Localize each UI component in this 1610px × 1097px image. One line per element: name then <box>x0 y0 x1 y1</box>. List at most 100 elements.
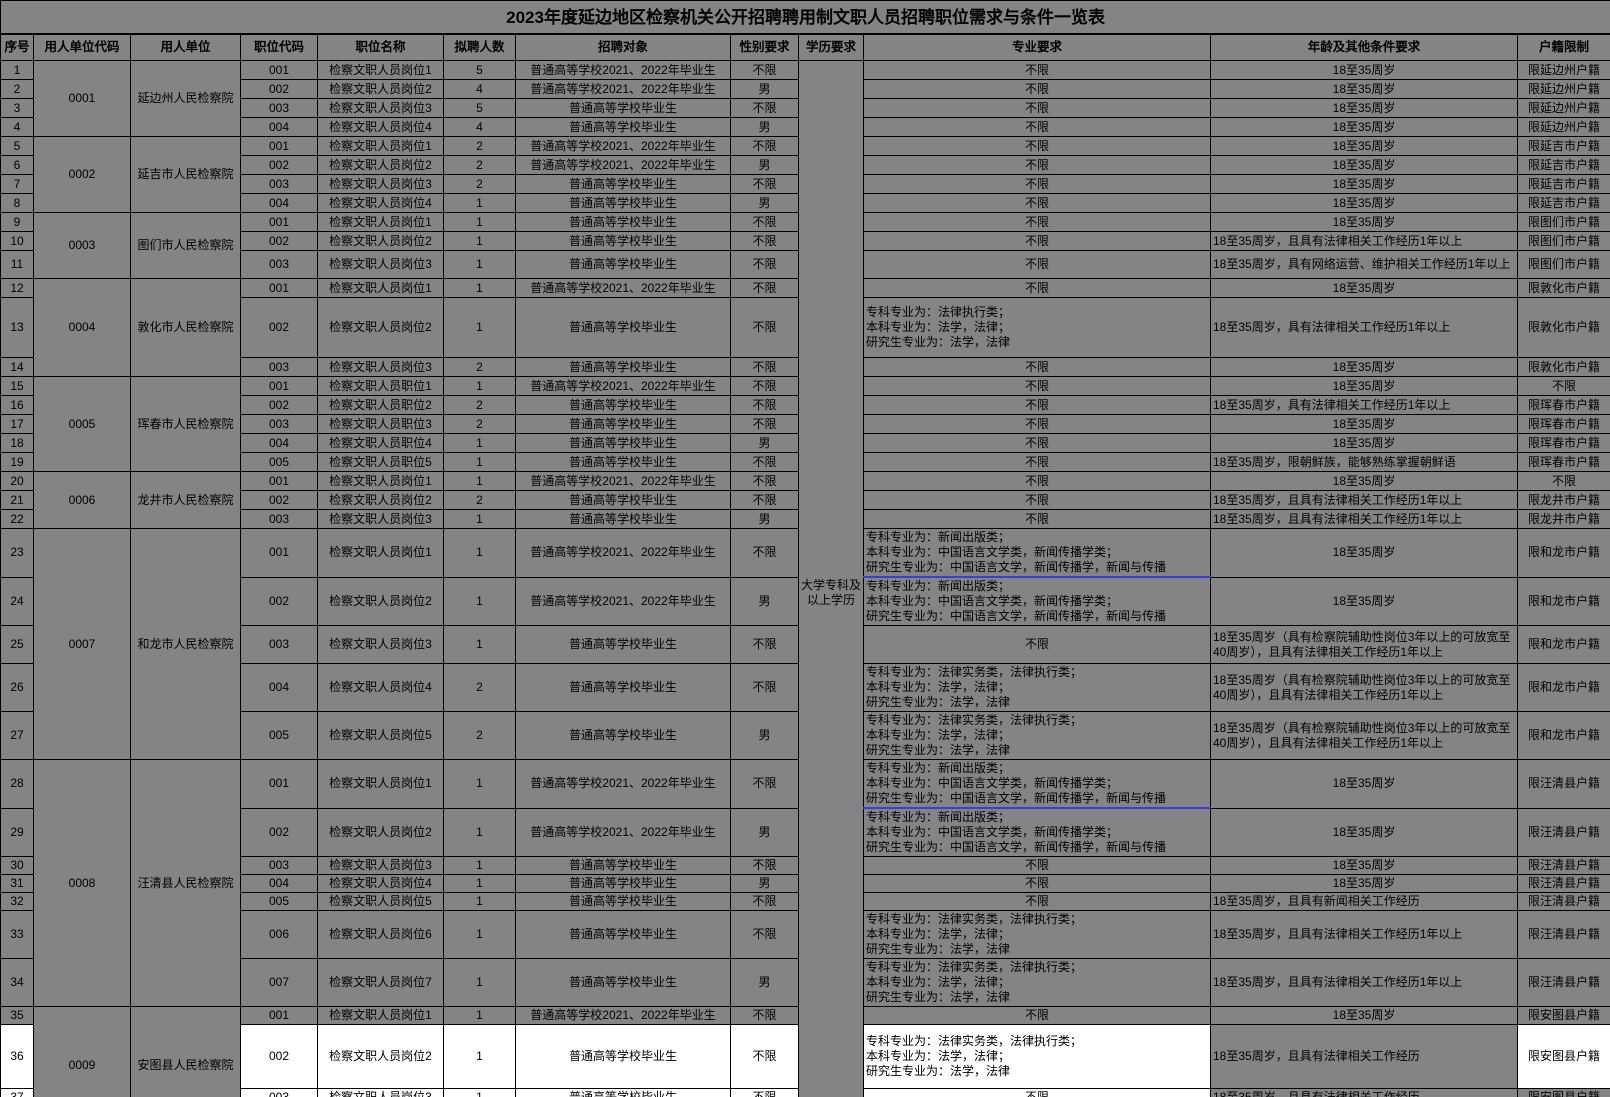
cell-major: 专科专业为：法律实务类，法律执行类； 本科专业为：法学，法律； 研究生专业为：法… <box>863 910 1211 959</box>
cell-age: 18至35周岁 <box>1210 278 1518 298</box>
cell-pos-code: 003 <box>240 98 318 118</box>
cell-major: 不限 <box>863 79 1211 99</box>
cell-count: 1 <box>443 856 516 875</box>
cell-target: 普通高等学校毕业生 <box>515 117 731 137</box>
cell-count: 2 <box>443 490 516 510</box>
cell-seq: 1 <box>0 60 34 80</box>
cell-age: 18至35周岁 <box>1210 807 1518 857</box>
cell-major: 不限 <box>863 471 1211 491</box>
cell-count: 1 <box>443 759 516 809</box>
cell-target: 普通高等学校毕业生 <box>515 958 731 1007</box>
cell-age: 18至35周岁 <box>1210 414 1518 434</box>
cell-gender: 男 <box>730 193 799 213</box>
cell-hukou: 限和龙市户籍 <box>1516 625 1610 664</box>
cell-seq: 17 <box>0 414 34 434</box>
cell-age: 18至35周岁 <box>1210 471 1518 491</box>
cell-count: 4 <box>443 117 516 137</box>
cell-target: 普通高等学校毕业生 <box>515 625 731 664</box>
cell-hukou: 限延边州户籍 <box>1516 79 1610 99</box>
spreadsheet-view: 2023年度延边地区检察机关公开招聘聘用制文职人员招聘职位需求与条件一览表 序号… <box>0 0 1610 1097</box>
cell-pos-code: 003 <box>240 357 318 377</box>
cell-target: 普通高等学校2021、2022年毕业生 <box>515 528 731 578</box>
cell-employer: 图们市人民检察院 <box>130 212 241 279</box>
cell-gender: 不限 <box>730 357 799 377</box>
cell-major: 不限 <box>863 231 1211 251</box>
cell-count: 1 <box>443 874 516 893</box>
cell-pos-name: 检察文职人员岗位4 <box>317 193 444 213</box>
cell-target: 普通高等学校2021、2022年毕业生 <box>515 136 731 156</box>
cell-employer-code: 0003 <box>33 212 131 279</box>
cell-major: 专科专业为：新闻出版类； 本科专业为：中国语言文学类，新闻传播学类； 研究生专业… <box>863 759 1211 809</box>
cell-target: 普通高等学校2021、2022年毕业生 <box>515 60 731 80</box>
cell-pos-name: 检察文职人员岗位2 <box>317 155 444 175</box>
cell-age: 18至35周岁 <box>1210 874 1518 893</box>
cell-hukou: 限和龙市户籍 <box>1516 711 1610 760</box>
cell-pos-code: 004 <box>240 193 318 213</box>
cell-count: 1 <box>443 471 516 491</box>
cell-target: 普通高等学校毕业生 <box>515 509 731 529</box>
cell-pos-name: 检察文职人员岗位3 <box>317 1088 444 1097</box>
cell-employer-code: 0009 <box>33 1006 131 1097</box>
cell-pos-name: 检察文职人员岗位3 <box>317 856 444 875</box>
cell-count: 1 <box>443 807 516 857</box>
cell-age: 18至35周岁，且具有法律相关工作经历1年以上 <box>1210 231 1518 251</box>
cell-seq: 9 <box>0 212 34 232</box>
cell-target: 普通高等学校毕业生 <box>515 452 731 472</box>
cell-pos-name: 检察文职人员岗位1 <box>317 278 444 298</box>
cell-employer-code: 0007 <box>33 528 131 760</box>
cell-seq: 30 <box>0 856 34 875</box>
cell-major: 不限 <box>863 625 1211 664</box>
cell-major: 不限 <box>863 98 1211 118</box>
cell-pos-name: 检察文职人员职位2 <box>317 395 444 415</box>
cell-pos-name: 检察文职人员岗位3 <box>317 625 444 664</box>
cell-age: 18至35周岁 <box>1210 357 1518 377</box>
cell-pos-name: 检察文职人员岗位1 <box>317 212 444 232</box>
cell-pos-name: 检察文职人员岗位7 <box>317 958 444 1007</box>
cell-pos-name: 检察文职人员岗位3 <box>317 357 444 377</box>
cell-major: 不限 <box>863 250 1211 279</box>
cell-target: 普通高等学校毕业生 <box>515 433 731 453</box>
cell-pos-code: 001 <box>240 136 318 156</box>
cell-major: 不限 <box>863 452 1211 472</box>
cell-pos-name: 检察文职人员岗位3 <box>317 250 444 279</box>
cell-gender: 不限 <box>730 212 799 232</box>
cell-hukou: 限延吉市户籍 <box>1516 193 1610 213</box>
cell-gender: 不限 <box>730 1024 799 1089</box>
column-header-edu: 学历要求 <box>798 33 864 61</box>
cell-target: 普通高等学校2021、2022年毕业生 <box>515 1006 731 1025</box>
cell-seq: 29 <box>0 807 34 857</box>
cell-gender: 男 <box>730 117 799 137</box>
cell-employer-code: 0005 <box>33 376 131 472</box>
cell-major: 专科专业为：新闻出版类； 本科专业为：中国语言文学类，新闻传播学类； 研究生专业… <box>863 576 1211 626</box>
cell-employer: 安图县人民检察院 <box>130 1006 241 1097</box>
cell-gender: 不限 <box>730 471 799 491</box>
cell-seq: 24 <box>0 576 34 626</box>
cell-major: 不限 <box>863 60 1211 80</box>
cell-age: 18至35周岁，具有网络运营、维护相关工作经历1年以上 <box>1210 250 1518 279</box>
column-header-age: 年龄及其他条件要求 <box>1210 33 1518 61</box>
cell-pos-code: 005 <box>240 452 318 472</box>
cell-age: 18至35周岁，且具有法律相关工作经历1年以上 <box>1210 958 1518 1007</box>
cell-age: 18至35周岁 <box>1210 528 1518 578</box>
cell-pos-name: 检察文职人员岗位2 <box>317 297 444 358</box>
cell-pos-name: 检察文职人员岗位2 <box>317 79 444 99</box>
cell-pos-name: 检察文职人员岗位1 <box>317 136 444 156</box>
cell-pos-code: 003 <box>240 625 318 664</box>
cell-gender: 不限 <box>730 1088 799 1097</box>
cell-count: 1 <box>443 509 516 529</box>
cell-pos-name: 检察文职人员岗位2 <box>317 807 444 857</box>
cell-gender: 不限 <box>730 250 799 279</box>
cell-target: 普通高等学校毕业生 <box>515 297 731 358</box>
cell-major: 专科专业为：法律实务类，法律执行类； 本科专业为：法学，法律； 研究生专业为：法… <box>863 958 1211 1007</box>
cell-age: 18至35周岁 <box>1210 1006 1518 1025</box>
cell-seq: 3 <box>0 98 34 118</box>
cell-major: 不限 <box>863 856 1211 875</box>
cell-count: 1 <box>443 452 516 472</box>
cell-age: 18至35周岁 <box>1210 79 1518 99</box>
cell-target: 普通高等学校毕业生 <box>515 856 731 875</box>
recruitment-table: 2023年度延边地区检察机关公开招聘聘用制文职人员招聘职位需求与条件一览表 序号… <box>0 0 1610 1097</box>
cell-target: 普通高等学校毕业生 <box>515 174 731 194</box>
cell-seq: 25 <box>0 625 34 664</box>
cell-seq: 28 <box>0 759 34 809</box>
cell-age: 18至35周岁 <box>1210 155 1518 175</box>
